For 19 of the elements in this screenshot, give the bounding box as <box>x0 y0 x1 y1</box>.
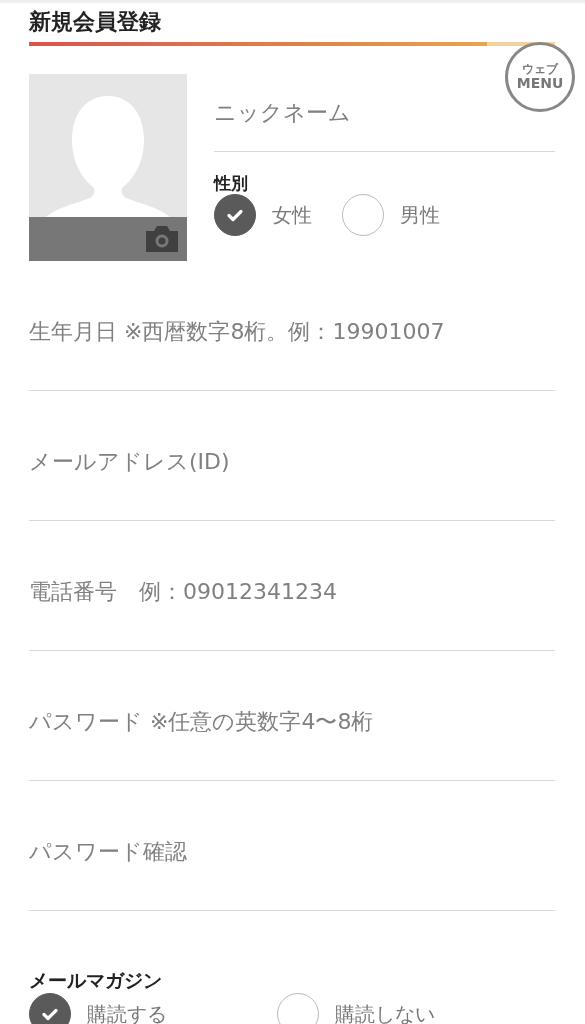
input-field[interactable]: パスワード ※任意の英数字4〜8桁 <box>29 651 555 781</box>
option-label: 男性 <box>400 201 440 229</box>
page-title: 新規会員登録 <box>29 8 162 36</box>
input-field[interactable]: 電話番号 例：09012341234 <box>29 521 555 651</box>
profile-photo-placeholder[interactable] <box>29 74 187 261</box>
option-label: 購読する <box>87 1000 167 1024</box>
nickname-field[interactable]: ニックネーム <box>214 74 495 151</box>
input-field[interactable]: 生年月日 ※西暦数字8桁。例：19901007 <box>29 261 555 391</box>
radio-button[interactable] <box>342 194 384 236</box>
newsletter-label: メールマガジン <box>29 969 163 991</box>
radio-button[interactable] <box>29 993 71 1024</box>
option-label: 購読しない <box>335 1000 435 1024</box>
gender-label: 性別 <box>214 172 249 194</box>
radio-button[interactable] <box>214 194 256 236</box>
input-field[interactable]: パスワード確認 <box>29 781 555 911</box>
radio-button[interactable] <box>277 993 319 1024</box>
option-label: 女性 <box>272 201 312 229</box>
input-field[interactable]: メールアドレス(ID) <box>29 391 555 521</box>
menu-button[interactable]: ウェブ MENU <box>505 42 575 112</box>
